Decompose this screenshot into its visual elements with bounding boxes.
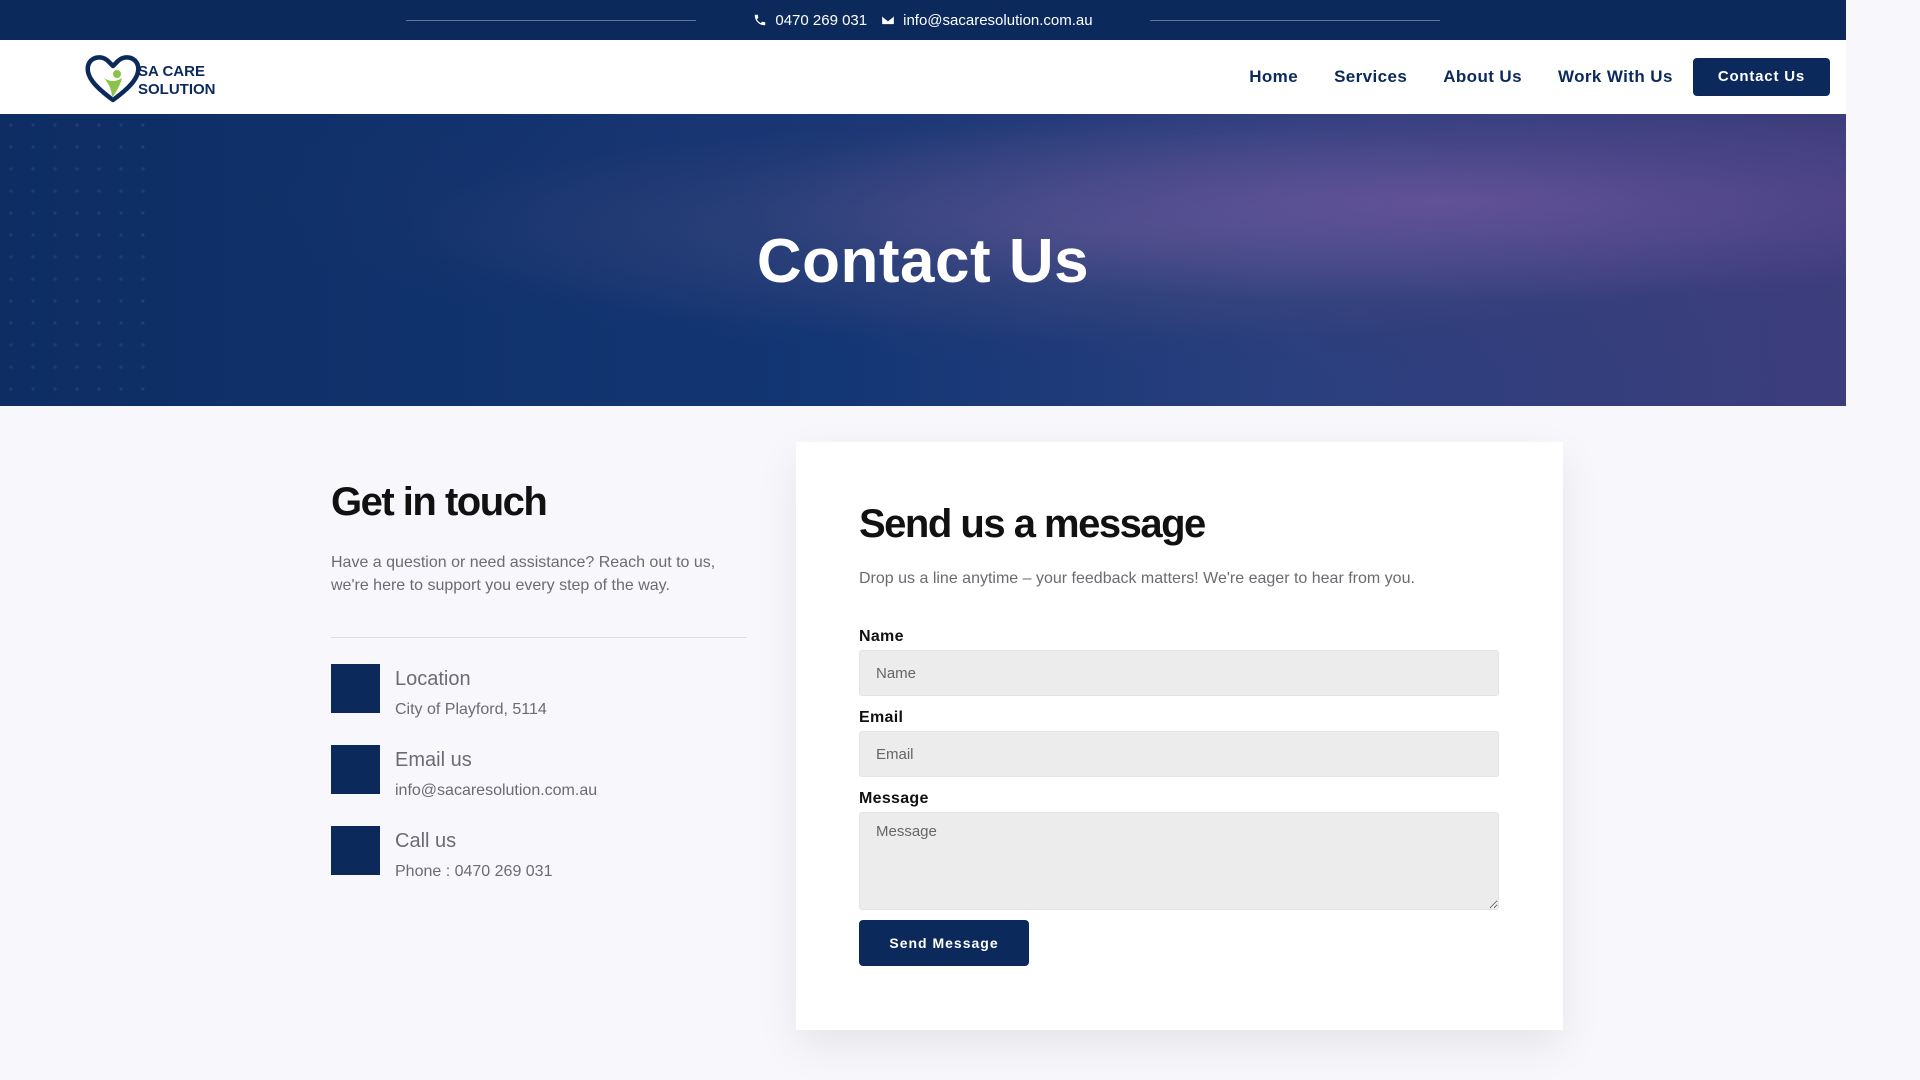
main-nav: Home Services About Us Work With Us Cont… [1249, 58, 1830, 96]
nav-about-us[interactable]: About Us [1443, 67, 1522, 87]
get-in-touch-section: Get in touch Have a question or need ass… [331, 480, 747, 881]
location-value: City of Playford, 5114 [395, 701, 547, 718]
email-icon [331, 745, 380, 794]
name-label: Name [859, 628, 904, 645]
message-label: Message [859, 790, 929, 807]
top-bar-rule-right [1149, 19, 1440, 21]
location-icon [331, 664, 380, 713]
top-bar: 0470 269 031 info@sacaresolution.com.au [0, 0, 1846, 40]
nav-contact-us-button[interactable]: Contact Us [1692, 58, 1830, 96]
logo-line-1: SA CARE [138, 63, 205, 80]
message-textarea[interactable] [859, 812, 1499, 910]
nav-work-with-us[interactable]: Work With Us [1558, 67, 1673, 87]
contact-form-card: Send us a message Drop us a line anytime… [796, 442, 1563, 1030]
hero-banner: Contact Us [0, 114, 1846, 406]
nav-services[interactable]: Services [1334, 67, 1407, 87]
location-info: Location City of Playford, 5114 [331, 664, 747, 719]
form-subtitle: Drop us a line anytime – your feedback m… [859, 570, 1415, 587]
top-bar-email-text: info@sacaresolution.com.au [903, 11, 1093, 29]
name-input[interactable] [859, 650, 1499, 696]
envelope-icon [882, 15, 895, 25]
page-title: Contact Us [756, 227, 1090, 296]
top-bar-phone-text: 0470 269 031 [775, 11, 868, 29]
call-title: Call us [395, 830, 457, 852]
get-in-touch-heading: Get in touch [331, 480, 548, 524]
logo-line-2: SOLUTION [138, 81, 216, 98]
get-in-touch-intro: Have a question or need assistance? Reac… [331, 554, 716, 594]
site-header: SA CARE SOLUTION Home Services About Us … [0, 40, 1846, 114]
email-label: Email [859, 709, 904, 726]
top-bar-rule-left [406, 19, 697, 21]
phone-icon [755, 14, 766, 26]
nav-home[interactable]: Home [1249, 67, 1298, 87]
email-info: Email us info@sacaresolution.com.au [331, 745, 747, 800]
top-bar-email[interactable]: info@sacaresolution.com.au [881, 12, 1093, 29]
heart-logo-icon [85, 55, 141, 103]
page: 0470 269 031 info@sacaresolution.com.au … [0, 0, 1846, 1080]
logo[interactable]: SA CARE SOLUTION [82, 52, 216, 104]
send-message-button[interactable]: Send Message [859, 920, 1029, 966]
email-input[interactable] [859, 731, 1499, 777]
top-bar-phone[interactable]: 0470 269 031 [753, 12, 867, 29]
form-heading: Send us a message [859, 502, 1206, 546]
location-title: Location [395, 668, 471, 690]
call-value[interactable]: Phone : 0470 269 031 [395, 863, 552, 881]
logo-text: SA CARE SOLUTION [138, 63, 216, 99]
email-title: Email us [395, 749, 472, 771]
section-divider [331, 637, 747, 638]
phone-square-icon [331, 826, 380, 875]
call-info: Call us Phone : 0470 269 031 [331, 826, 747, 881]
email-value[interactable]: info@sacaresolution.com.au [395, 782, 597, 800]
